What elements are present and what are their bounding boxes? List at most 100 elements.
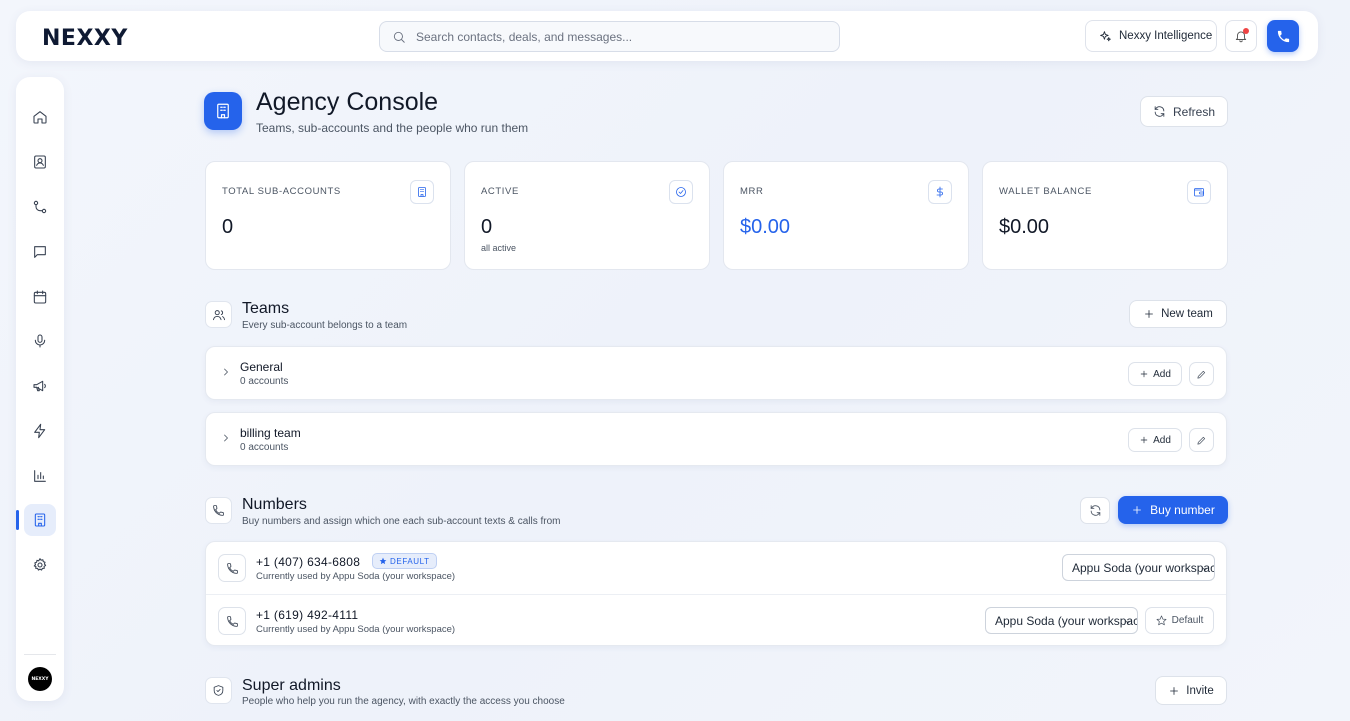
chart-icon [32,468,48,484]
nav-voice[interactable] [24,325,56,357]
add-label: Add [1153,434,1171,446]
phone-icon [1276,29,1291,44]
search-box[interactable] [379,21,840,52]
invite-label: Invite [1186,684,1214,697]
contacts-icon [32,154,48,170]
refresh-icon [1089,504,1102,517]
building-icon [204,92,242,130]
stat-label: TOTAL SUB-ACCOUNTS [222,186,341,197]
nav-pipeline[interactable] [24,191,56,223]
nexxy-intelligence-button[interactable]: Nexxy Intelligence [1085,20,1217,52]
stat-card-mrr: MRR $0.00 [723,161,969,270]
number-row: +1 (619) 492-4111 Currently used by Appu… [206,594,1226,646]
super-admins-title: Super admins [242,677,341,694]
plus-icon [1139,369,1149,379]
active-indicator [16,510,19,530]
new-team-button[interactable]: New team [1129,300,1227,328]
phone-icon [218,554,246,582]
team-name: billing team [240,426,301,440]
top-bar: NEXXY Nexxy Intelligence [16,11,1318,61]
numbers-list: +1 (407) 634-6808 DEFAULT Currently used… [205,541,1227,646]
number-used-by: Currently used by Appu Soda (your worksp… [256,571,456,582]
nav-campaigns[interactable] [24,370,56,402]
team-row[interactable]: General 0 accounts Add [205,346,1227,400]
super-admins-subtitle: People who help you run the agency, with… [242,696,565,707]
edit-team-button[interactable] [1189,428,1214,452]
team-count: 0 accounts [240,442,289,453]
sidebar-divider [24,654,56,655]
messages-icon [32,244,48,260]
nav-reports[interactable] [24,460,56,492]
call-button[interactable] [1267,20,1299,52]
search-input[interactable] [416,29,816,44]
calendar-icon [32,289,48,305]
nav-calendar[interactable] [24,281,56,313]
nav-messages[interactable] [24,236,56,268]
chevron-down-icon [1201,565,1209,573]
number-assignment-select[interactable]: Appu Soda (your workspace) [985,607,1138,634]
sparkles-icon [1099,30,1112,43]
set-default-button[interactable]: Default [1145,607,1214,634]
default-badge-label: DEFAULT [390,556,430,566]
star-icon [379,557,387,565]
dollar-icon [928,180,952,204]
team-name: General [240,360,283,374]
teams-subtitle: Every sub-account belongs to a team [242,320,408,331]
nav-home[interactable] [24,101,56,133]
nav-agency[interactable] [16,504,56,536]
numbers-subtitle: Buy numbers and assign which one each su… [242,516,561,527]
add-account-button[interactable]: Add [1128,428,1182,452]
invite-button[interactable]: Invite [1155,676,1227,705]
app-logo[interactable]: NEXXY [42,26,128,51]
buy-number-label: Buy number [1150,503,1215,517]
stat-value: $0.00 [740,216,791,238]
stat-value: $0.00 [999,216,1050,238]
chevron-right-icon[interactable] [220,432,232,444]
add-label: Add [1153,368,1171,380]
stat-label: MRR [740,186,764,197]
building-icon [32,512,48,528]
number-used-by: Currently used by Appu Soda (your worksp… [256,624,456,635]
stat-card-wallet-balance: WALLET BALANCE $0.00 [982,161,1228,270]
select-value: Appu Soda (your workspace) [995,613,1138,628]
chevron-down-icon [1124,618,1132,626]
pencil-icon [1196,369,1207,380]
microphone-icon [32,333,48,349]
megaphone-icon [32,378,48,394]
plus-icon [1143,308,1155,320]
nav-settings[interactable] [24,549,56,581]
pencil-icon [1196,435,1207,446]
plus-icon [1168,685,1180,697]
buy-number-button[interactable]: Buy number [1118,496,1228,524]
gear-icon [32,557,48,573]
chevron-right-icon[interactable] [220,366,232,378]
number-assignment-select[interactable]: Appu Soda (your workspace) [1062,554,1215,581]
lightning-icon [32,423,48,439]
plus-icon [1131,504,1143,516]
refresh-label: Refresh [1172,104,1216,119]
plus-icon [1139,435,1149,445]
edit-team-button[interactable] [1189,362,1214,386]
nav-automations[interactable] [24,415,56,447]
add-account-button[interactable]: Add [1128,362,1182,386]
new-team-label: New team [1161,308,1213,320]
building-icon [410,180,434,204]
stat-value: 0 [222,216,234,238]
home-icon [32,109,48,125]
phone-number: +1 (407) 634-6808 [256,555,361,569]
numbers-title: Numbers [242,496,307,513]
stat-card-active: ACTIVE 0 all active [464,161,710,270]
users-icon [205,301,232,328]
refresh-button[interactable]: Refresh [1140,96,1228,127]
avatar[interactable]: NEXXY [28,667,52,691]
pipeline-icon [32,199,48,215]
notifications-button[interactable] [1225,20,1257,52]
sync-numbers-button[interactable] [1080,497,1110,524]
notification-dot [1243,28,1249,34]
nexxy-intelligence-label: Nexxy Intelligence [1119,30,1213,42]
wallet-icon [1187,180,1211,204]
nav-contacts[interactable] [24,146,56,178]
team-count: 0 accounts [240,376,289,387]
team-row[interactable]: billing team 0 accounts Add [205,412,1227,466]
phone-number: +1 (619) 492-4111 [256,608,359,622]
